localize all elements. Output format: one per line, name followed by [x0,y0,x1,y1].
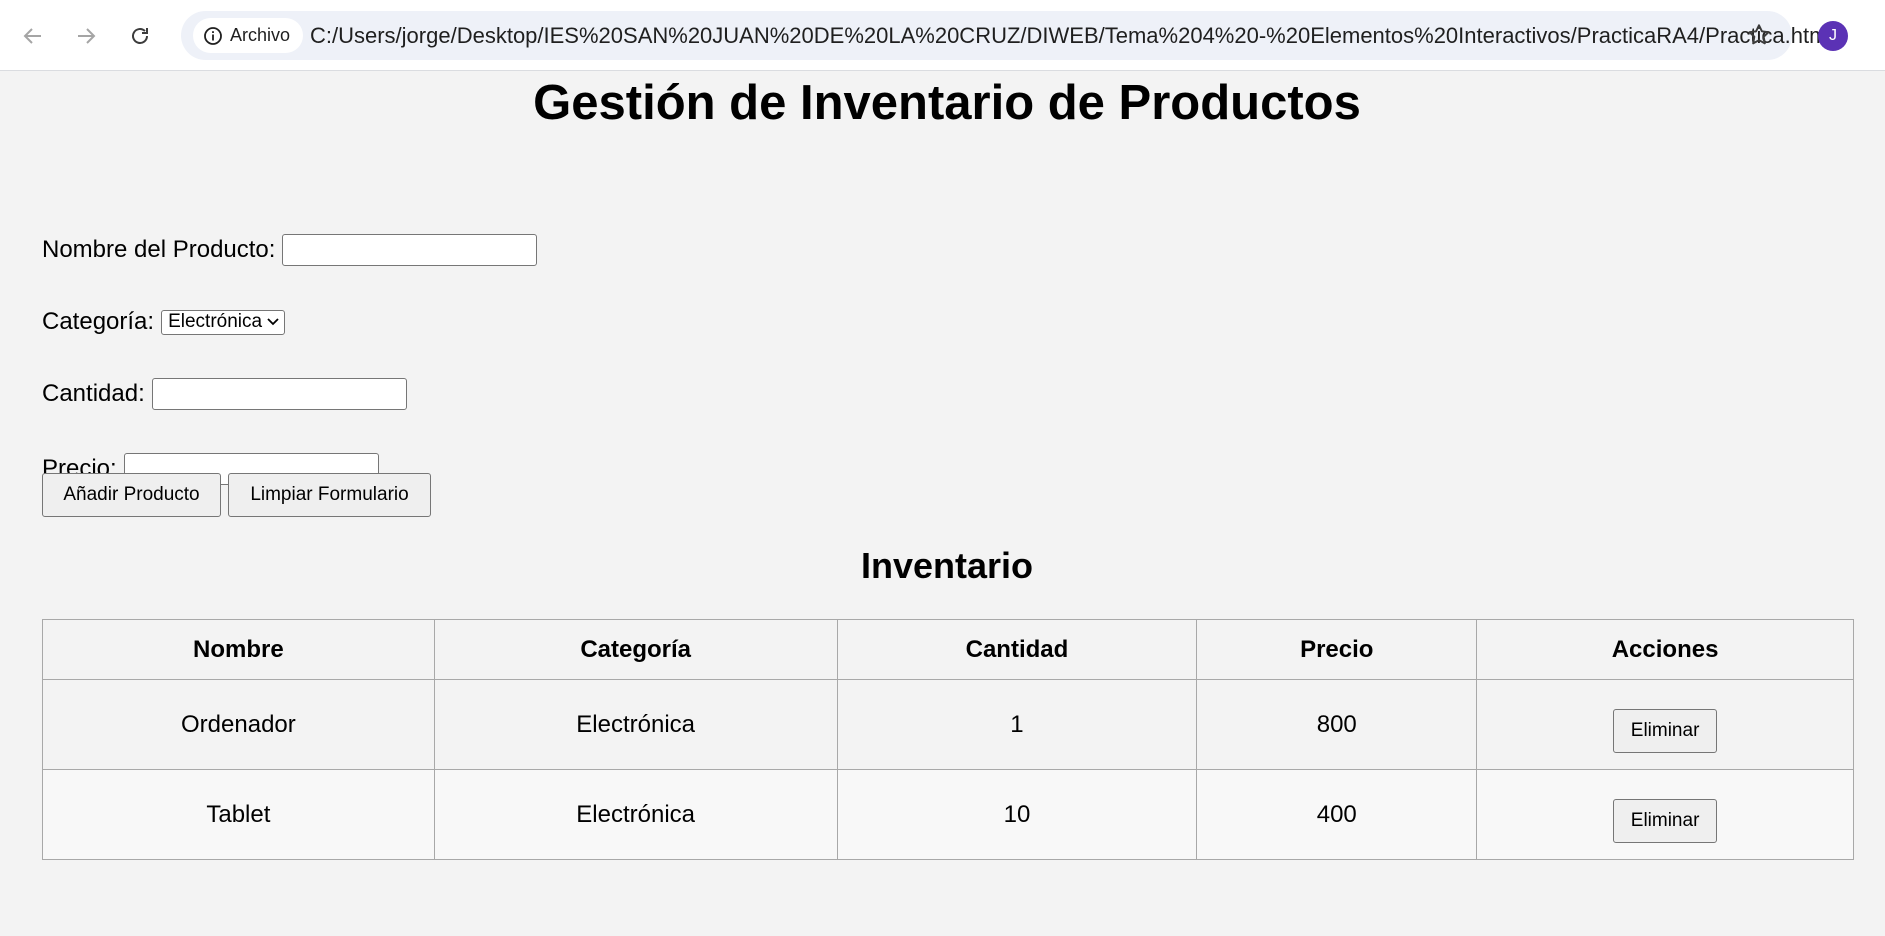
cell-category: Electrónica [433,769,838,860]
cell-actions: Eliminar [1476,679,1854,770]
reload-icon [132,28,148,44]
cell-name: Tablet [42,769,435,860]
cell-price: 400 [1196,769,1478,860]
clear-form-button[interactable]: Limpiar Formulario [228,473,431,517]
cell-quantity: 1 [836,679,1198,770]
arrow-right-icon [78,28,96,44]
browser-toolbar: Archivo C:/Users/jorge/Desktop/IES%20SAN… [0,0,1885,71]
product-name-label: Nombre del Producto: [42,236,276,263]
delete-button[interactable]: Eliminar [1612,708,1718,753]
address-bar[interactable]: Archivo C:/Users/jorge/Desktop/IES%20SAN… [181,11,1832,60]
cell-actions: Eliminar [1476,769,1854,860]
forward-button[interactable] [67,17,105,55]
quantity-input[interactable] [151,378,407,410]
delete-button[interactable]: Eliminar [1612,798,1718,843]
inventory-title: Inventario [860,545,1034,586]
info-icon [204,26,222,45]
cell-name: Ordenador [42,679,435,770]
back-button[interactable] [14,17,52,55]
category-row: Categoría: Electrónica [42,308,286,336]
category-selected-value: Electrónica [168,311,263,332]
page-title: Gestión de Inventario de Productos [533,76,1361,130]
column-header-name: Nombre [42,619,435,680]
category-label: Categoría: [42,308,155,335]
table-row: Tablet Electrónica 10 400 Eliminar [42,769,1854,860]
reload-button[interactable] [121,17,159,55]
column-header-actions: Acciones [1476,619,1854,680]
column-header-price: Precio [1196,619,1478,680]
quantity-row: Cantidad: [42,378,407,410]
inventory-table: Nombre Categoría Cantidad Precio Accione… [42,619,1854,860]
chevron-down-icon [267,318,279,326]
table-row: Ordenador Electrónica 1 800 Eliminar [42,679,1854,770]
product-name-row: Nombre del Producto: [42,234,538,266]
star-icon[interactable] [1746,22,1772,48]
site-info-label: Archivo [230,25,291,45]
cell-category: Electrónica [433,679,838,770]
url-text[interactable]: C:/Users/jorge/Desktop/IES%20SAN%20JUAN%… [310,11,1832,60]
product-name-input[interactable] [282,234,538,266]
cell-quantity: 10 [836,769,1198,860]
profile-avatar[interactable]: J [1818,21,1848,51]
column-header-category: Categoría [433,619,838,680]
quantity-label: Cantidad: [42,380,145,407]
arrow-left-icon [23,28,41,44]
column-header-quantity: Cantidad [836,619,1198,680]
add-product-button[interactable]: Añadir Producto [42,473,221,517]
cell-price: 800 [1196,679,1478,770]
category-select[interactable]: Electrónica [161,309,286,335]
site-info-chip[interactable]: Archivo [193,18,304,53]
table-header-row: Nombre Categoría Cantidad Precio Accione… [42,619,1854,680]
